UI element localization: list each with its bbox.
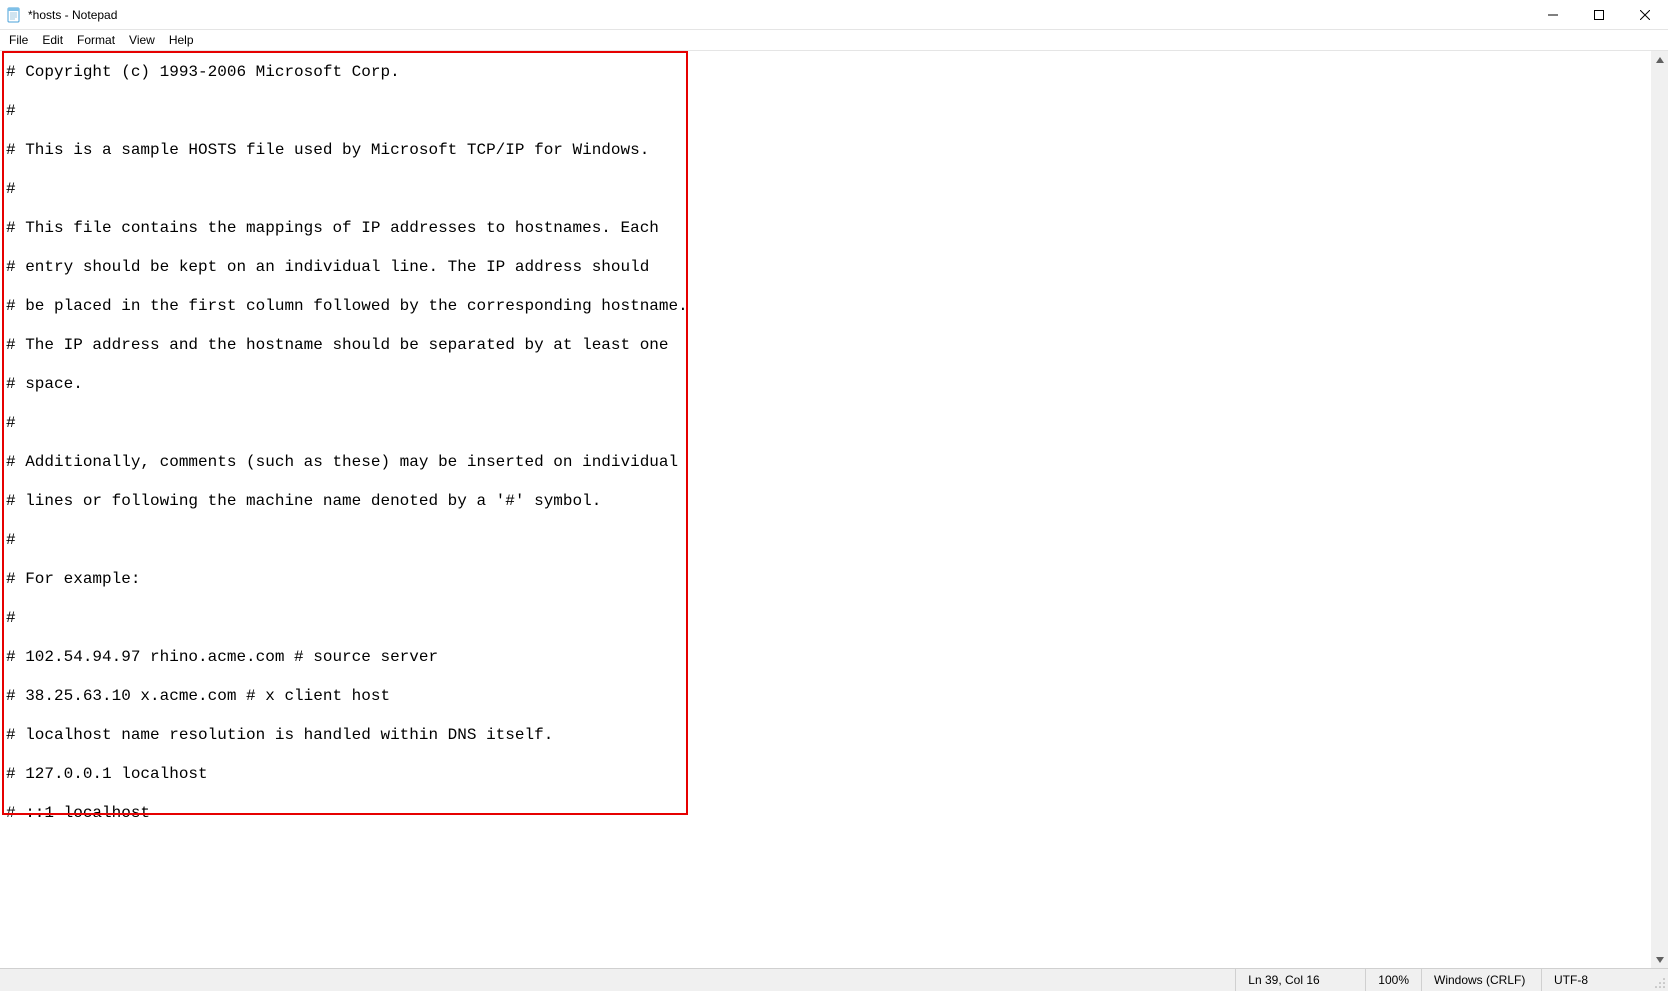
vertical-scrollbar[interactable]: [1651, 51, 1668, 968]
menu-help[interactable]: Help: [162, 31, 201, 49]
menu-format[interactable]: Format: [70, 31, 122, 49]
editor-wrapper: # Copyright (c) 1993-2006 Microsoft Corp…: [0, 51, 1668, 968]
status-zoom: 100%: [1365, 969, 1421, 991]
status-position: Ln 39, Col 16: [1235, 969, 1365, 991]
menu-edit[interactable]: Edit: [35, 31, 70, 49]
resize-grip-icon[interactable]: [1651, 969, 1668, 991]
menu-file[interactable]: File: [2, 31, 35, 49]
menu-view[interactable]: View: [122, 31, 162, 49]
status-line-ending: Windows (CRLF): [1421, 969, 1541, 991]
status-encoding: UTF-8: [1541, 969, 1651, 991]
status-bar: Ln 39, Col 16 100% Windows (CRLF) UTF-8: [0, 968, 1668, 991]
title-left: *hosts - Notepad: [0, 7, 117, 23]
window-title: *hosts - Notepad: [28, 8, 117, 22]
scroll-down-icon[interactable]: [1651, 951, 1668, 968]
menu-bar: File Edit Format View Help: [0, 30, 1668, 51]
title-bar: *hosts - Notepad: [0, 0, 1668, 30]
window-controls: [1530, 0, 1668, 29]
maximize-button[interactable]: [1576, 0, 1622, 29]
minimize-button[interactable]: [1530, 0, 1576, 29]
close-button[interactable]: [1622, 0, 1668, 29]
notepad-icon: [6, 7, 22, 23]
text-editor[interactable]: # Copyright (c) 1993-2006 Microsoft Corp…: [0, 51, 1651, 968]
scroll-up-icon[interactable]: [1651, 51, 1668, 68]
